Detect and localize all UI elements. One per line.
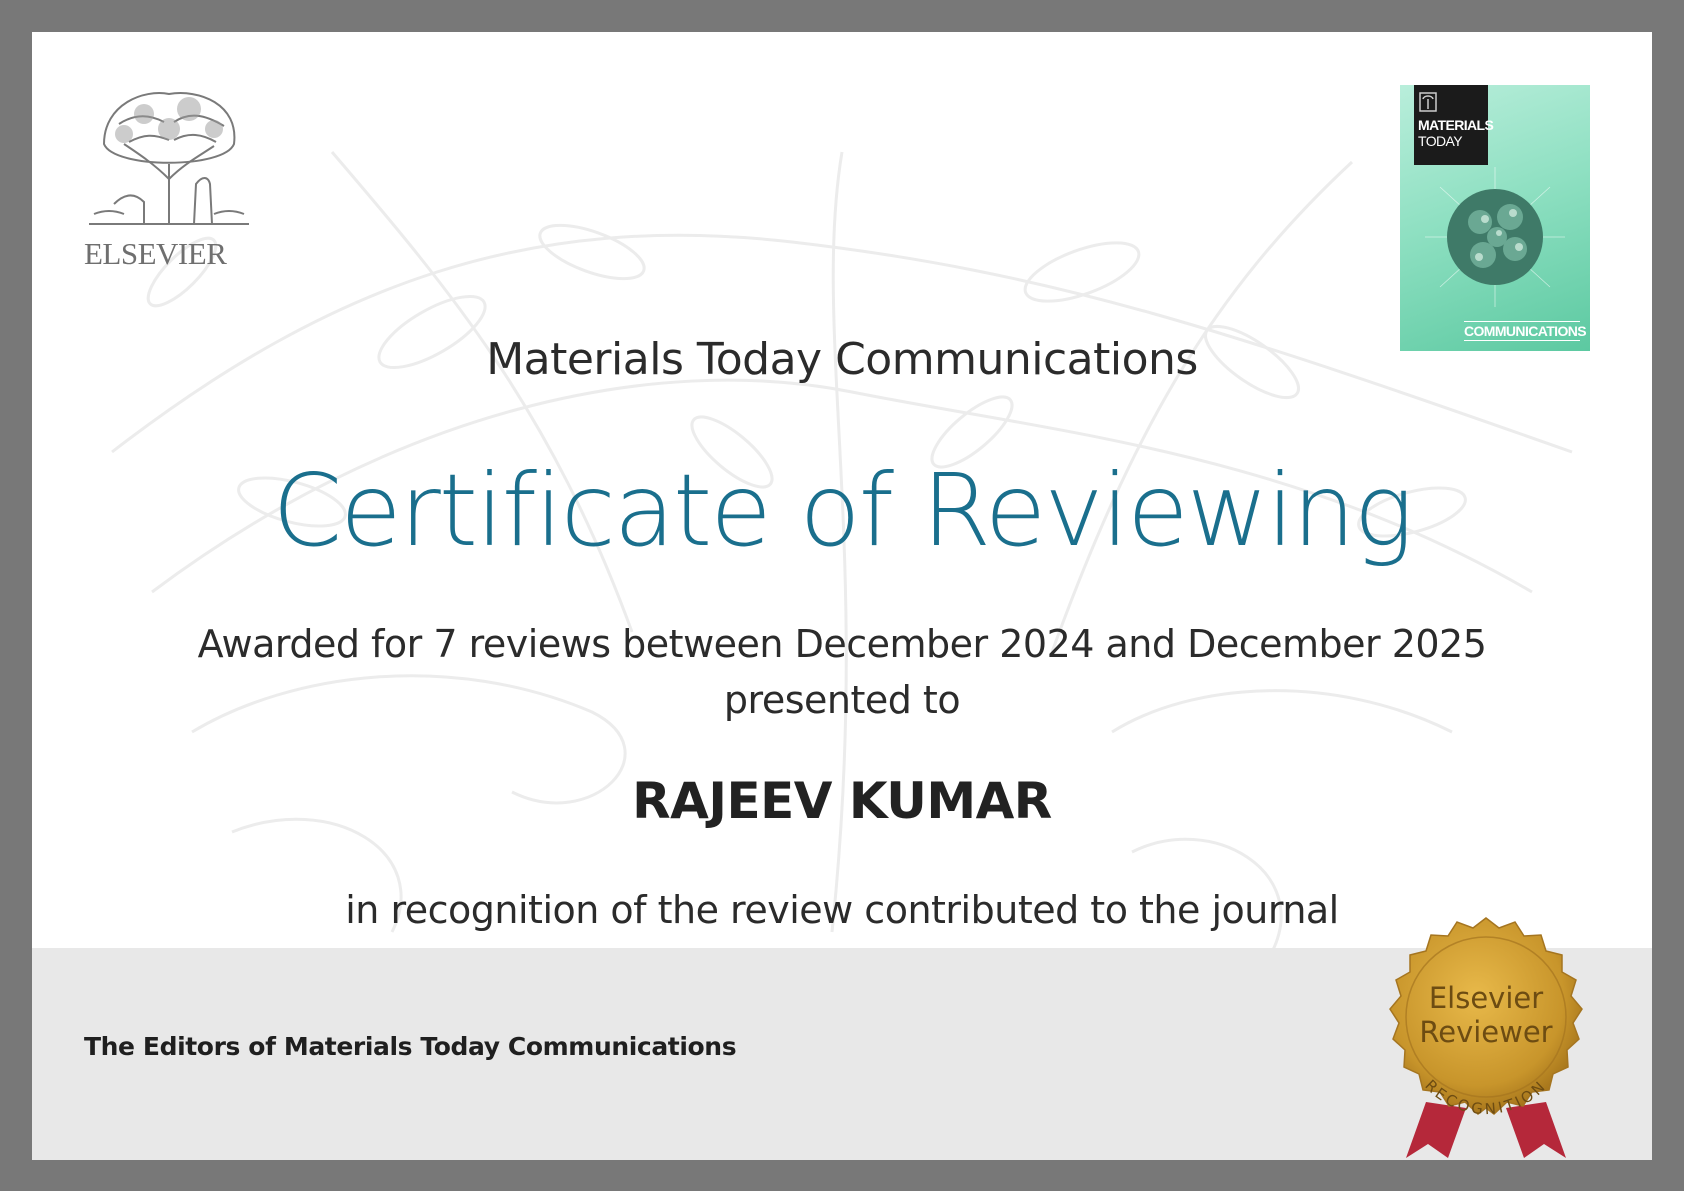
journal-cover-image: MATERIALS TODAY COMMUNICATIONS	[1400, 85, 1590, 351]
cover-crystal-sphere-icon	[1425, 167, 1565, 307]
recipient-name: RAJEEV KUMAR	[632, 772, 1052, 830]
certificate-sheet: ELSEVIER MATERIALS TODAY COMMUNICATIONS …	[32, 32, 1652, 1160]
presented-line: presented to	[723, 678, 961, 722]
journal-name: Materials Today Communications	[486, 334, 1198, 385]
cover-title-line2: TODAY	[1418, 133, 1463, 149]
seal-line2: Reviewer	[1419, 1015, 1552, 1049]
elsevier-tree-icon	[89, 92, 249, 225]
signatory-line: The Editors of Materials Today Communica…	[84, 1032, 737, 1061]
cover-elsevier-icon	[1419, 92, 1437, 112]
seal-line1: Elsevier	[1429, 981, 1543, 1015]
cover-title-line1: MATERIALS	[1418, 117, 1494, 133]
elsevier-wordmark: ELSEVIER	[84, 236, 227, 271]
reviewer-recognition-seal: Elsevier Reviewer RECOGNITION	[1389, 917, 1583, 1158]
elsevier-logo: ELSEVIER	[84, 84, 254, 284]
awarded-line: Awarded for 7 reviews between December 2…	[197, 622, 1487, 666]
cover-title-box: MATERIALS TODAY	[1414, 85, 1494, 165]
certificate-title: Certificate of Reviewing	[272, 452, 1413, 569]
